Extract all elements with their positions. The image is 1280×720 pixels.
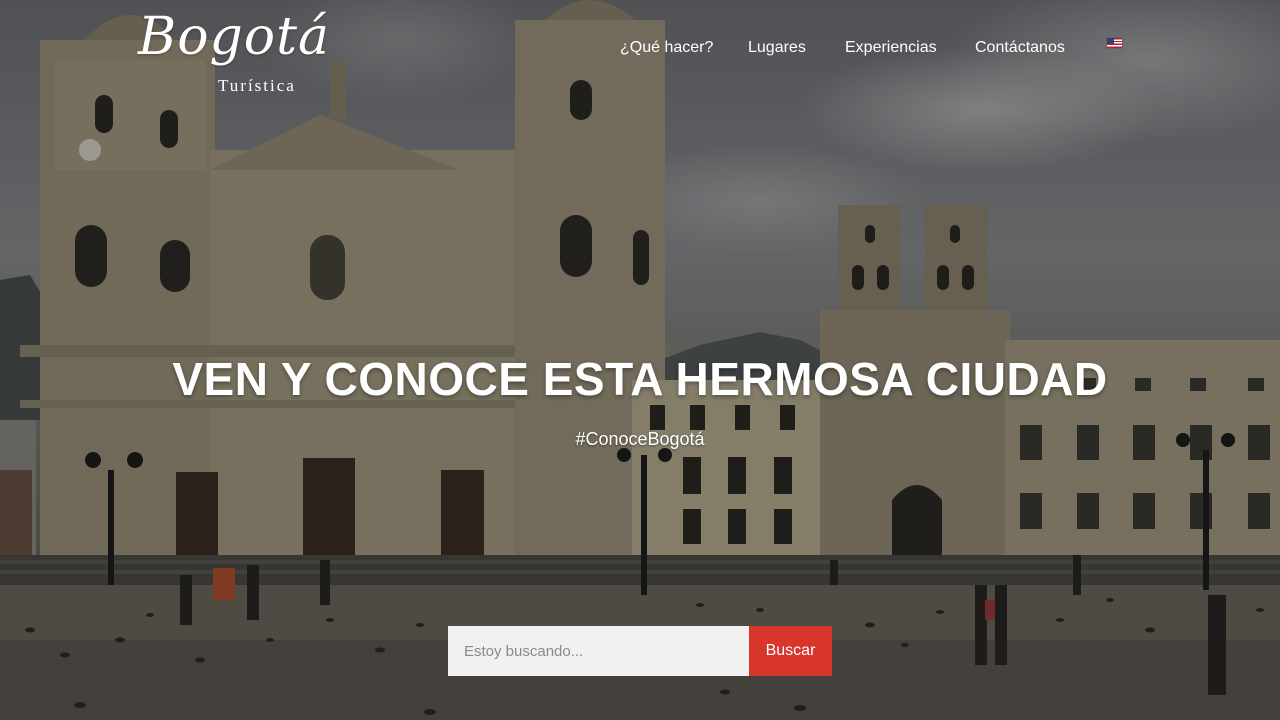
us-flag-icon[interactable] — [1107, 38, 1122, 48]
search-button[interactable]: Buscar — [749, 626, 832, 676]
search-form: Buscar — [448, 626, 832, 676]
nav-item-lugares[interactable]: Lugares — [748, 38, 806, 58]
hero-headline: VEN Y CONOCE ESTA HERMOSA CIUDAD — [172, 353, 1108, 405]
hero-section: Bogotá Turística ¿Qué hacer? Lugares Exp… — [0, 0, 1280, 720]
nav-item-contactanos[interactable]: Contáctanos — [975, 38, 1065, 58]
brand-name: Bogotá — [138, 7, 331, 67]
brand-subtitle: Turística — [218, 76, 296, 95]
nav-item-experiencias[interactable]: Experiencias — [845, 38, 937, 58]
search-input[interactable] — [448, 626, 749, 676]
hero-hashtag: #ConoceBogotá — [575, 429, 705, 449]
nav-item-que-hacer[interactable]: ¿Qué hacer? — [620, 38, 713, 58]
main-nav: ¿Qué hacer? Lugares Experiencias Contáct… — [0, 38, 1280, 58]
